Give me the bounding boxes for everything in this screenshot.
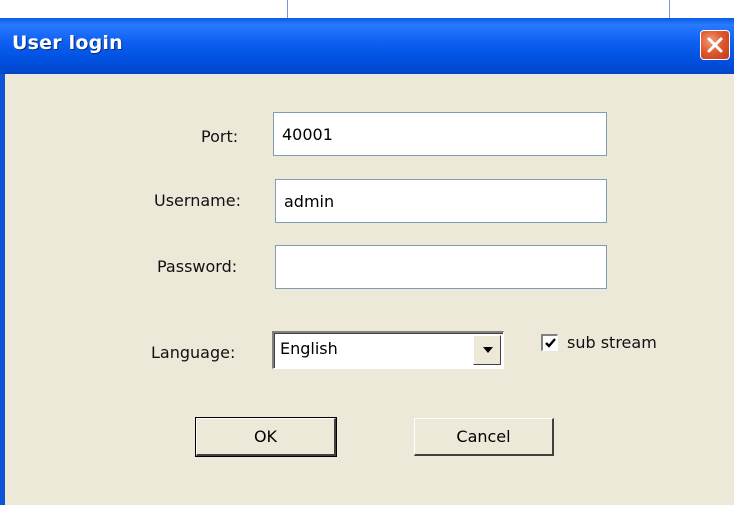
login-dialog: User login Port: 40001 Username: admin P… xyxy=(0,0,734,505)
frame-divider xyxy=(669,0,670,18)
language-label: Language: xyxy=(151,343,236,362)
sub-stream-label[interactable]: sub stream xyxy=(567,333,657,352)
port-label: Port: xyxy=(201,127,239,146)
port-input[interactable]: 40001 xyxy=(273,112,607,156)
window-left-border xyxy=(0,74,5,505)
password-input[interactable] xyxy=(275,245,607,289)
password-label: Password: xyxy=(157,257,238,276)
title-bar[interactable]: User login xyxy=(0,18,734,74)
dialog-title: User login xyxy=(12,32,123,54)
top-frame-strip xyxy=(0,0,734,18)
cancel-button[interactable]: Cancel xyxy=(414,418,554,456)
username-input[interactable]: admin xyxy=(275,179,607,223)
username-label: Username: xyxy=(154,191,241,210)
ok-button[interactable]: OK xyxy=(195,417,337,457)
close-button[interactable] xyxy=(700,30,730,60)
frame-divider xyxy=(287,0,288,18)
language-select[interactable]: English xyxy=(272,331,504,369)
sub-stream-checkbox[interactable] xyxy=(541,334,558,351)
dropdown-button[interactable] xyxy=(473,335,501,365)
language-selected-value: English xyxy=(280,339,338,358)
